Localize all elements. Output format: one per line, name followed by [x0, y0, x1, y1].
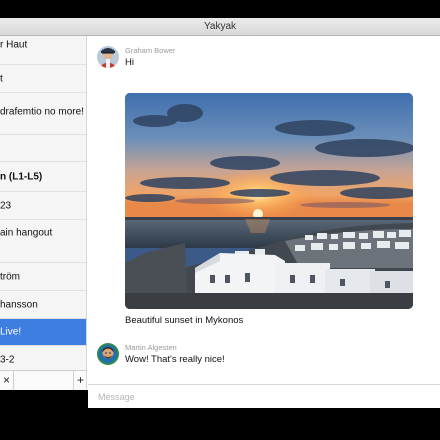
conversation-list: r Haut t drafemtio no more! n (L1-L5) 23… — [0, 36, 86, 370]
conversation-label: 23 — [0, 200, 12, 211]
message-text: Hi — [125, 57, 134, 68]
window-title: Yakyak — [203, 21, 237, 32]
avatar[interactable] — [97, 46, 119, 68]
conversation-label: hansson — [0, 299, 38, 310]
avatar-graham-image — [97, 46, 119, 68]
message-input[interactable] — [98, 389, 428, 405]
window-titlebar: Yakyak — [0, 18, 440, 36]
message-photo[interactable] — [125, 93, 413, 309]
conversation-label: drafemtio no more! — [0, 106, 84, 118]
avatar-martin-image — [97, 343, 119, 365]
conversation-item[interactable] — [0, 135, 86, 162]
conversation-label: Live! — [0, 326, 22, 338]
photo-caption: Beautiful sunset in Mykonos — [125, 315, 244, 326]
conversation-label: r Haut — [0, 39, 28, 51]
message-text: Wow! That's really nice! — [125, 354, 225, 365]
conversation-label: tröm — [0, 271, 20, 282]
conversation-item-active[interactable]: Live! — [0, 319, 86, 346]
conversation-item[interactable]: drafemtio no more! — [0, 93, 86, 135]
conversation-item[interactable]: ain hangout — [0, 220, 86, 263]
conversation-sidebar: r Haut t drafemtio no more! n (L1-L5) 23… — [0, 36, 87, 390]
sunset-photo — [125, 93, 413, 309]
avatar[interactable] — [97, 343, 119, 365]
conversation-item[interactable]: 3-2 — [0, 346, 86, 370]
message-pane: Graham Bower Hi Beautiful sunset in Myko… — [88, 36, 440, 408]
conversation-item[interactable]: t — [0, 65, 86, 93]
conversation-item[interactable]: 23 — [0, 192, 86, 220]
conversation-item[interactable]: n (L1-L5) — [0, 162, 86, 192]
conversation-label: n (L1-L5) — [0, 171, 43, 182]
conversation-label: 3-2 — [0, 354, 15, 365]
message-author: Graham Bower — [125, 46, 176, 55]
conversation-label: ain hangout — [0, 227, 53, 239]
conversation-item[interactable]: tröm — [0, 263, 86, 291]
conversation-item[interactable]: hansson — [0, 291, 86, 319]
remove-conversation-button[interactable]: × — [0, 371, 14, 390]
message-composer — [88, 384, 440, 408]
message-author: Martin Algesten — [125, 343, 177, 352]
conversation-label: t — [0, 73, 3, 84]
sidebar-footer: × + — [0, 370, 86, 390]
add-conversation-button[interactable]: + — [73, 371, 86, 390]
conversation-item[interactable]: r Haut — [0, 36, 86, 65]
app-window: Yakyak r Haut t drafemtio no more! n (L1… — [0, 18, 440, 408]
